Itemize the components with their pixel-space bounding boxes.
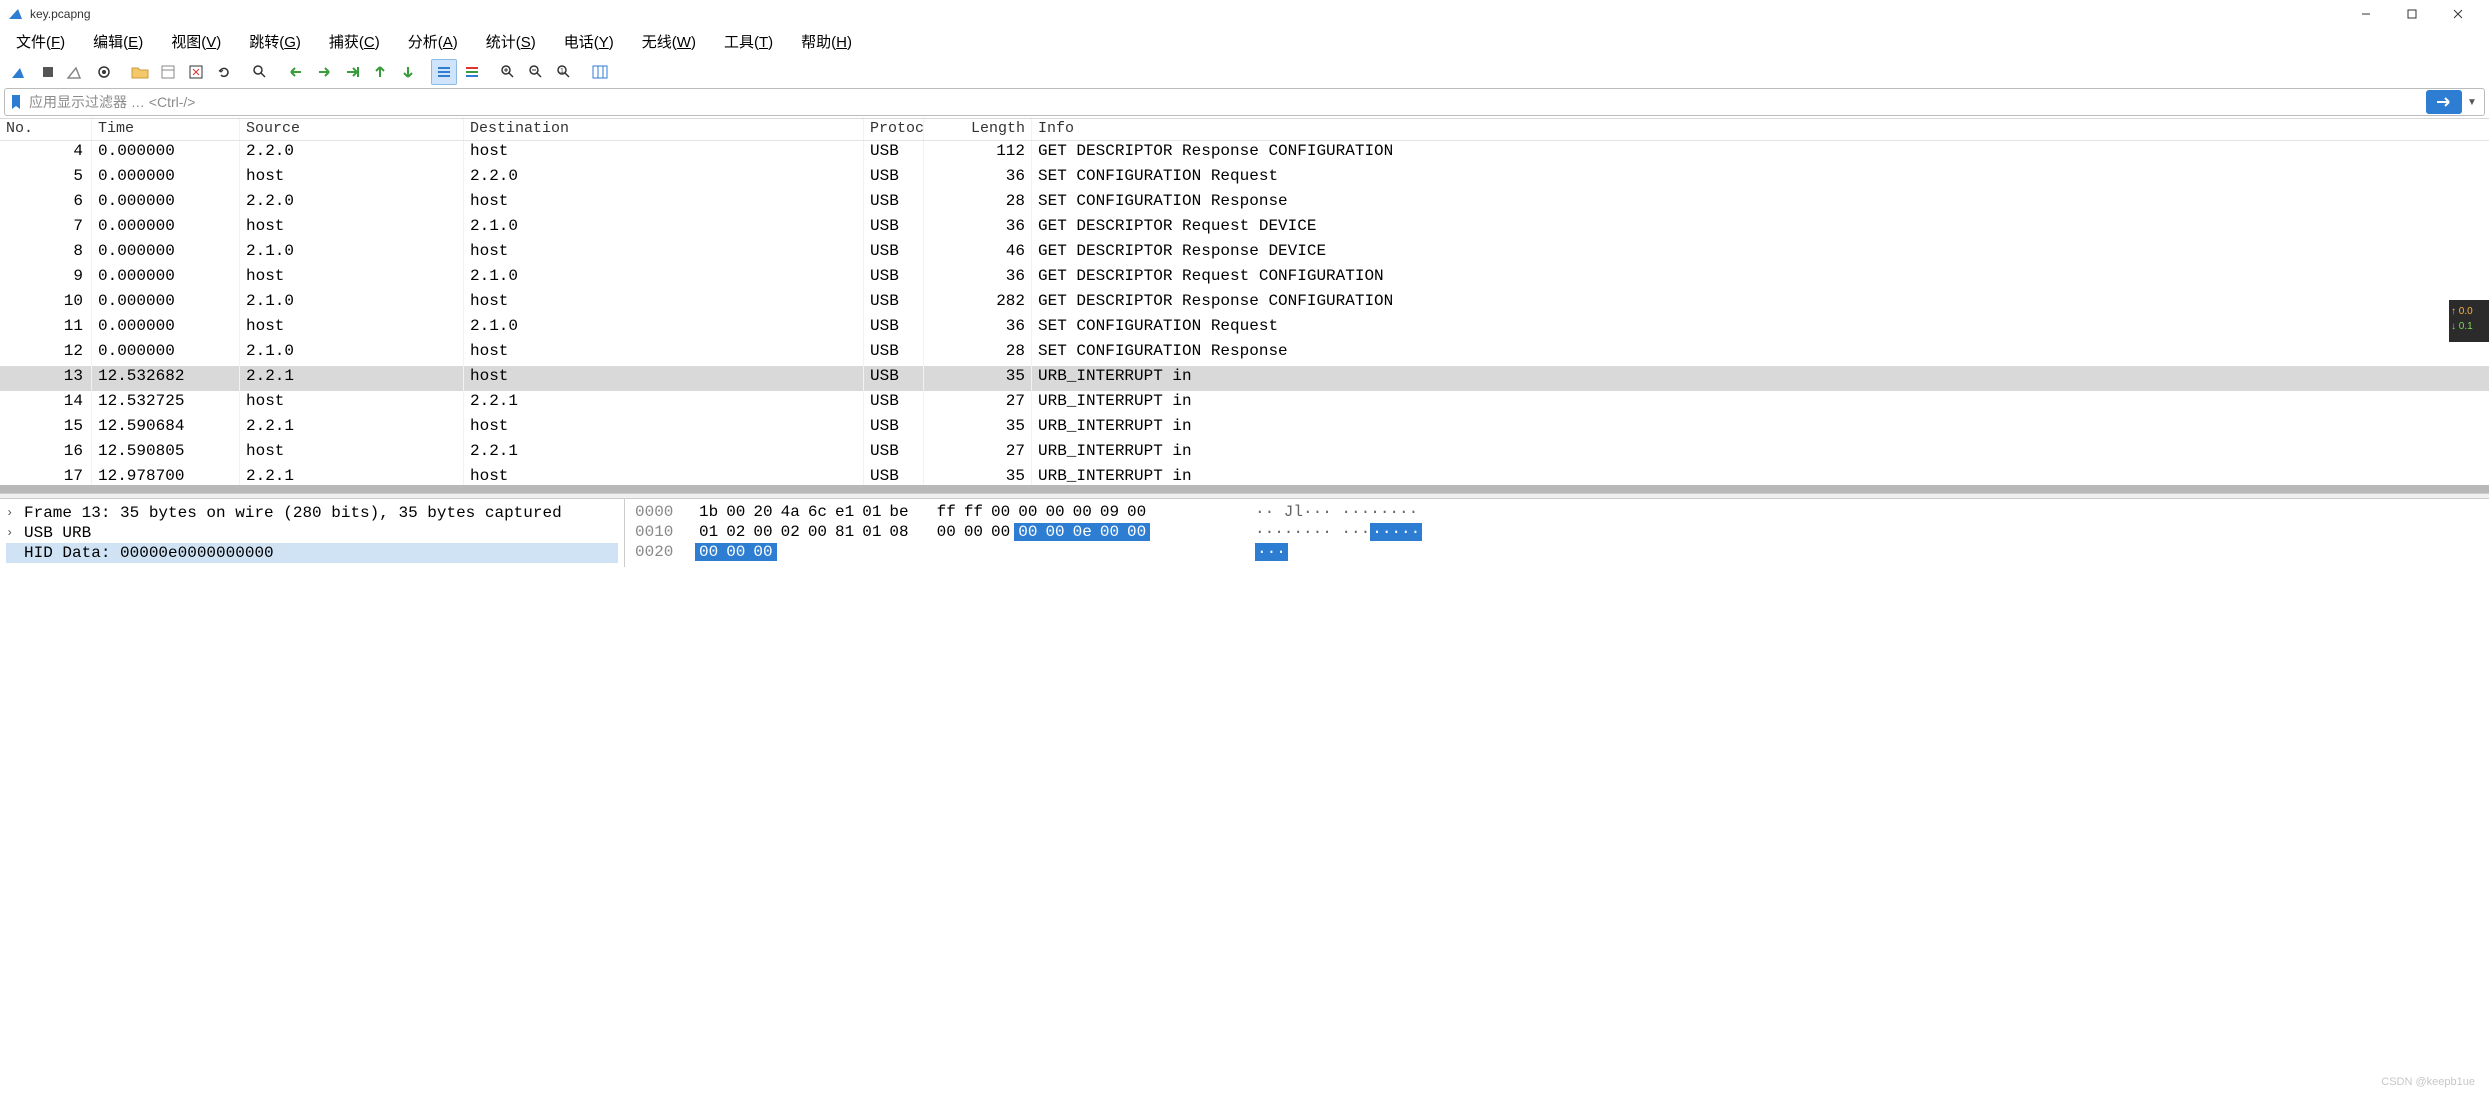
packet-row[interactable]: 1712.9787002.2.1hostUSB35URB_INTERRUPT i… xyxy=(0,466,2489,491)
packet-bytes-pane[interactable]: 00001b00204a6ce101beffff000000000900·· J… xyxy=(625,499,2489,567)
packet-row[interactable]: 40.0000002.2.0hostUSB112GET DESCRIPTOR R… xyxy=(0,141,2489,166)
save-file-icon[interactable] xyxy=(155,59,181,85)
col-length[interactable]: Length xyxy=(924,119,1032,140)
menu-f[interactable]: 文件(F) xyxy=(16,31,65,52)
start-capture-icon[interactable] xyxy=(7,59,33,85)
close-file-icon[interactable] xyxy=(183,59,209,85)
menu-bar: 文件(F) 编辑(E) 视图(V) 跳转(G) 捕获(C) 分析(A) 统计(S) 电话(Y)… xyxy=(0,28,2489,58)
zoom-out-icon[interactable] xyxy=(523,59,549,85)
packet-row[interactable]: 80.0000002.1.0hostUSB46GET DESCRIPTOR Re… xyxy=(0,241,2489,266)
badge-up: 0.0 xyxy=(2451,304,2487,319)
title-bar: key.pcapng xyxy=(0,0,2489,28)
packet-row[interactable]: 1512.5906842.2.1hostUSB35URB_INTERRUPT i… xyxy=(0,416,2489,441)
menu-h[interactable]: 帮助(H) xyxy=(801,31,852,52)
detail-hid-text: HID Data: 00000e0000000000 xyxy=(24,544,274,562)
col-source[interactable]: Source xyxy=(240,119,464,140)
go-to-packet-icon[interactable] xyxy=(339,59,365,85)
menu-c[interactable]: 捕获(C) xyxy=(329,31,380,52)
col-info[interactable]: Info xyxy=(1032,119,2489,140)
display-filter-input[interactable] xyxy=(27,89,2424,115)
packet-row[interactable]: 1612.590805host2.2.1USB27URB_INTERRUPT i… xyxy=(0,441,2489,466)
detail-hid[interactable]: HID Data: 00000e0000000000 xyxy=(6,543,618,563)
svg-text:1: 1 xyxy=(560,68,564,75)
watermark: CSDN @keepb1ue xyxy=(2381,1076,2475,1088)
menu-w[interactable]: 无线(W) xyxy=(642,31,696,52)
col-destination[interactable]: Destination xyxy=(464,119,864,140)
menu-v[interactable]: 视图(V) xyxy=(171,31,221,52)
packet-row[interactable]: 90.000000host2.1.0USB36GET DESCRIPTOR Re… xyxy=(0,266,2489,291)
side-badge: 0.0 0.1 xyxy=(2449,300,2489,342)
hex-line[interactable]: 0020000000··· xyxy=(635,543,2479,561)
detail-frame[interactable]: ›Frame 13: 35 bytes on wire (280 bits), … xyxy=(6,503,618,523)
col-protocol[interactable]: Protoc xyxy=(864,119,924,140)
expand-icon[interactable]: › xyxy=(6,506,24,520)
reload-icon[interactable] xyxy=(211,59,237,85)
packet-details-pane[interactable]: ›Frame 13: 35 bytes on wire (280 bits), … xyxy=(0,499,625,567)
find-icon[interactable] xyxy=(247,59,273,85)
app-icon xyxy=(8,6,24,22)
packet-row[interactable]: 100.0000002.1.0hostUSB282GET DESCRIPTOR … xyxy=(0,291,2489,316)
packet-row[interactable]: 1312.5326822.2.1hostUSB35URB_INTERRUPT i… xyxy=(0,366,2489,391)
packet-row[interactable]: 120.0000002.1.0hostUSB28SET CONFIGURATIO… xyxy=(0,341,2489,366)
expand-icon[interactable]: › xyxy=(6,526,24,540)
resize-columns-icon[interactable] xyxy=(587,59,613,85)
detail-urb[interactable]: ›USB URB xyxy=(6,523,618,543)
packet-row[interactable]: 60.0000002.2.0hostUSB28SET CONFIGURATION… xyxy=(0,191,2489,216)
restart-capture-icon[interactable] xyxy=(63,59,89,85)
go-last-icon[interactable] xyxy=(395,59,421,85)
autoscroll-icon[interactable] xyxy=(431,59,457,85)
col-no[interactable]: No. xyxy=(0,119,92,140)
stop-capture-icon[interactable] xyxy=(35,59,61,85)
packet-row[interactable]: 50.000000host2.2.0USB36SET CONFIGURATION… xyxy=(0,166,2489,191)
window-title: key.pcapng xyxy=(30,7,91,21)
apply-filter-button[interactable] xyxy=(2426,90,2462,114)
menu-s[interactable]: 统计(S) xyxy=(486,31,536,52)
menu-g[interactable]: 跳转(G) xyxy=(249,31,301,52)
maximize-button[interactable] xyxy=(2389,2,2435,26)
packet-row[interactable]: 70.000000host2.1.0USB36GET DESCRIPTOR Re… xyxy=(0,216,2489,241)
minimize-button[interactable] xyxy=(2343,2,2389,26)
col-time[interactable]: Time xyxy=(92,119,240,140)
packet-row[interactable]: 1412.532725host2.2.1USB27URB_INTERRUPT i… xyxy=(0,391,2489,416)
go-first-icon[interactable] xyxy=(367,59,393,85)
badge-down: 0.1 xyxy=(2451,319,2487,334)
close-button[interactable] xyxy=(2435,2,2481,26)
menu-a[interactable]: 分析(A) xyxy=(408,31,458,52)
packet-list[interactable]: 40.0000002.2.0hostUSB112GET DESCRIPTOR R… xyxy=(0,141,2489,493)
packet-row[interactable]: 110.000000host2.1.0USB36SET CONFIGURATIO… xyxy=(0,316,2489,341)
go-forward-icon[interactable] xyxy=(311,59,337,85)
filter-dropdown-icon[interactable]: ▼ xyxy=(2464,97,2480,108)
zoom-reset-icon[interactable]: 1 xyxy=(551,59,577,85)
zoom-in-icon[interactable] xyxy=(495,59,521,85)
detail-urb-text: USB URB xyxy=(24,524,91,542)
capture-options-icon[interactable] xyxy=(91,59,117,85)
hex-line[interactable]: 0010010200020081010800000000000e0000····… xyxy=(635,523,2479,541)
bookmark-icon[interactable] xyxy=(5,93,27,111)
detail-frame-text: Frame 13: 35 bytes on wire (280 bits), 3… xyxy=(24,504,562,522)
open-file-icon[interactable] xyxy=(127,59,153,85)
packet-list-header[interactable]: No. Time Source Destination Protoc Lengt… xyxy=(0,119,2489,141)
toolbar: 1 xyxy=(0,58,2489,88)
menu-e[interactable]: 编辑(E) xyxy=(93,31,143,52)
display-filter-bar: ▼ xyxy=(4,88,2485,116)
colorize-icon[interactable] xyxy=(459,59,485,85)
menu-t[interactable]: 工具(T) xyxy=(724,31,773,52)
hex-line[interactable]: 00001b00204a6ce101beffff000000000900·· J… xyxy=(635,503,2479,521)
go-back-icon[interactable] xyxy=(283,59,309,85)
menu-y[interactable]: 电话(Y) xyxy=(564,31,614,52)
